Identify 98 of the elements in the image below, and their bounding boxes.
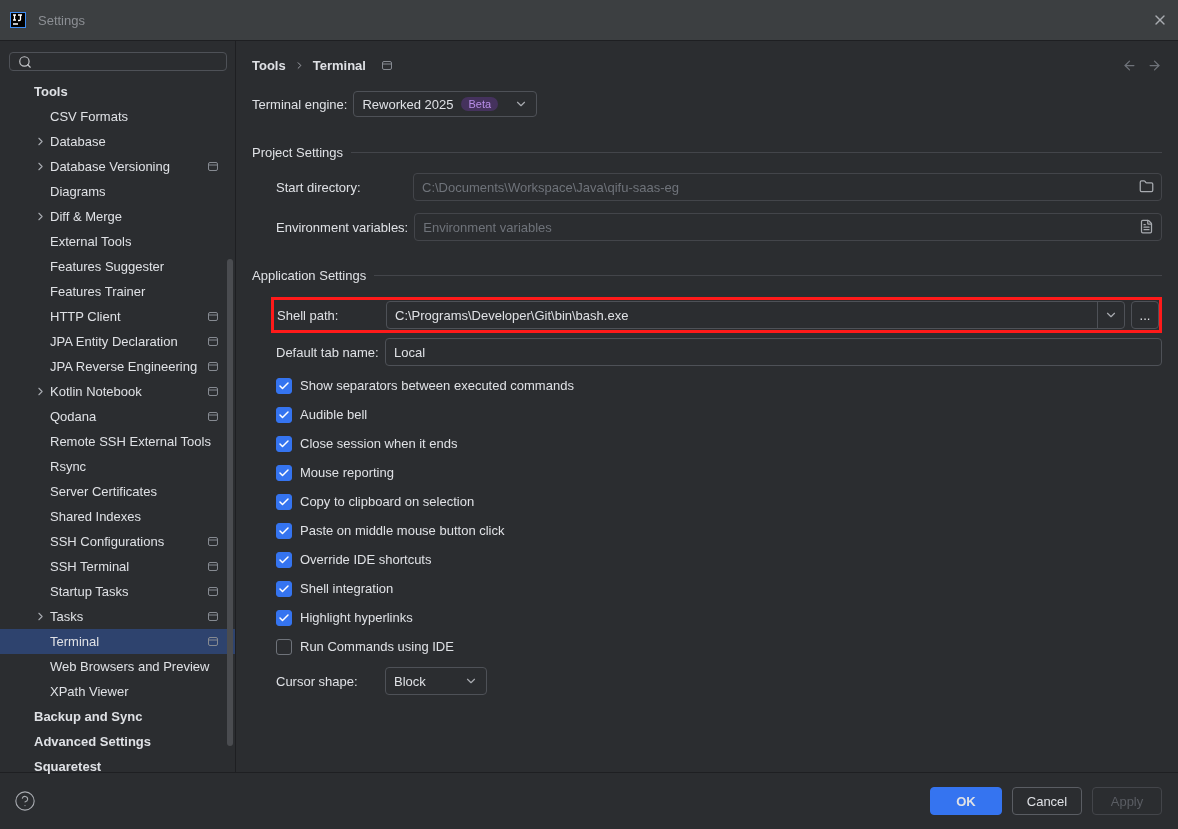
checkbox[interactable]: [276, 464, 292, 481]
check-icon: [278, 379, 290, 392]
checkbox[interactable]: [276, 638, 292, 655]
sidebar-item[interactable]: Tasks: [0, 604, 235, 629]
checkbox[interactable]: [276, 435, 292, 452]
project-level-icon: [208, 162, 218, 171]
field-label: Terminal engine:: [252, 96, 348, 112]
sidebar-item[interactable]: CSV Formats: [0, 104, 235, 129]
input-field[interactable]: Environment variables: [414, 213, 1162, 241]
field-label: Environment variables:: [276, 219, 409, 235]
sidebar-item[interactable]: JPA Entity Declaration: [0, 329, 235, 354]
sidebar-item[interactable]: XPath Viewer: [0, 679, 235, 704]
sidebar-item[interactable]: JPA Reverse Engineering: [0, 354, 235, 379]
checkbox[interactable]: [276, 406, 292, 423]
sidebar-item[interactable]: Remote SSH External Tools: [0, 429, 235, 454]
beta-badge: Beta: [461, 97, 499, 111]
sidebar-item[interactable]: Advanced Settings: [0, 729, 235, 754]
project-level-icon: [208, 337, 218, 346]
engine-dropdown[interactable]: Reworked 2025 Beta: [353, 91, 538, 117]
sidebar-item[interactable]: Diagrams: [0, 179, 235, 204]
project-level-icon: [208, 637, 218, 646]
search-icon: [18, 54, 32, 69]
check-icon: [278, 466, 290, 479]
sidebar-item[interactable]: Web Browsers and Preview: [0, 654, 235, 679]
sidebar-item[interactable]: Startup Tasks: [0, 579, 235, 604]
sidebar-item[interactable]: Squaretest: [0, 754, 235, 779]
sidebar-item[interactable]: Features Suggester: [0, 254, 235, 279]
back-arrow-icon[interactable]: [1122, 57, 1137, 73]
check-icon: [278, 611, 290, 624]
checkbox-label: Run Commands using IDE: [300, 639, 454, 654]
checkbox[interactable]: [276, 580, 292, 597]
search-field[interactable]: [9, 52, 227, 71]
project-level-icon: [208, 587, 218, 596]
checkbox[interactable]: [276, 609, 292, 626]
checkbox[interactable]: [276, 493, 292, 510]
checkbox-label: Copy to clipboard on selection: [300, 494, 475, 509]
check-icon: [278, 437, 290, 450]
cursor-shape-dropdown[interactable]: Block: [385, 667, 487, 695]
folder-icon[interactable]: [1139, 179, 1154, 194]
checkbox-label: Mouse reporting: [300, 465, 394, 480]
checkbox-label: Override IDE shortcuts: [300, 552, 432, 567]
input-field[interactable]: Local: [385, 338, 1162, 366]
project-level-icon: [208, 362, 218, 371]
checkbox-label: Audible bell: [300, 407, 368, 422]
project-level-icon: [381, 60, 392, 70]
project-level-icon: [208, 412, 218, 421]
sidebar-item[interactable]: Qodana: [0, 404, 235, 429]
dialog-button[interactable]: Cancel: [1012, 787, 1082, 815]
check-icon: [278, 408, 290, 421]
check-icon: [278, 495, 290, 508]
app-logo-icon: [10, 12, 26, 28]
sidebar-item[interactable]: SSH Configurations: [0, 529, 235, 554]
checkbox-label: Paste on middle mouse button click: [300, 523, 505, 538]
sidebar-item[interactable]: Tools: [0, 79, 235, 104]
sidebar-item[interactable]: SSH Terminal: [0, 554, 235, 579]
sidebar-item[interactable]: Shared Indexes: [0, 504, 235, 529]
sidebar-item[interactable]: Server Certificates: [0, 479, 235, 504]
check-icon: [278, 524, 290, 537]
project-level-icon: [208, 562, 218, 571]
field-label: Default tab name:: [276, 344, 379, 360]
sidebar-item[interactable]: Rsync: [0, 454, 235, 479]
document-icon[interactable]: [1139, 219, 1154, 234]
sidebar-item[interactable]: External Tools: [0, 229, 235, 254]
check-icon: [278, 582, 290, 595]
sidebar-item[interactable]: Kotlin Notebook: [0, 379, 235, 404]
sidebar-item[interactable]: HTTP Client: [0, 304, 235, 329]
project-level-icon: [208, 612, 218, 621]
sidebar-item[interactable]: Backup and Sync: [0, 704, 235, 729]
forward-arrow-icon[interactable]: [1147, 57, 1162, 73]
scrollbar[interactable]: [227, 259, 233, 746]
breadcrumb-item: Terminal: [312, 57, 366, 73]
field-label: Shell path:: [276, 307, 340, 323]
sidebar-item[interactable]: Database Versioning: [0, 154, 235, 179]
shell-path-field[interactable]: C:\Programs\Developer\Git\bin\bash.exe: [386, 301, 1125, 329]
project-level-icon: [208, 537, 218, 546]
field-label: Start directory:: [276, 179, 362, 195]
sidebar-item[interactable]: Diff & Merge: [0, 204, 235, 229]
check-icon: [278, 553, 290, 566]
section-title: Project Settings: [252, 145, 344, 160]
sidebar-item[interactable]: Database: [0, 129, 235, 154]
sidebar-item[interactable]: Terminal: [0, 629, 235, 654]
project-level-icon: [208, 312, 218, 321]
checkbox[interactable]: [276, 522, 292, 539]
checkbox-label: Show separators between executed commands: [300, 378, 574, 393]
checkbox-label: Shell integration: [300, 581, 394, 596]
sidebar-item[interactable]: Features Trainer: [0, 279, 235, 304]
checkbox-label: Highlight hyperlinks: [300, 610, 413, 625]
browse-button[interactable]: ...: [1131, 301, 1159, 329]
field-label: Cursor shape:: [276, 673, 359, 689]
checkbox-label: Close session when it ends: [300, 436, 458, 451]
help-icon[interactable]: [14, 790, 36, 812]
breadcrumb-item: Tools: [252, 57, 286, 73]
project-level-icon: [208, 387, 218, 396]
section-title: Application Settings: [252, 268, 367, 283]
checkbox[interactable]: [276, 551, 292, 568]
window-title: Settings: [38, 12, 86, 28]
checkbox[interactable]: [276, 377, 292, 394]
input-field[interactable]: C:\Documents\Workspace\Java\qifu-saas-eg: [413, 173, 1162, 201]
